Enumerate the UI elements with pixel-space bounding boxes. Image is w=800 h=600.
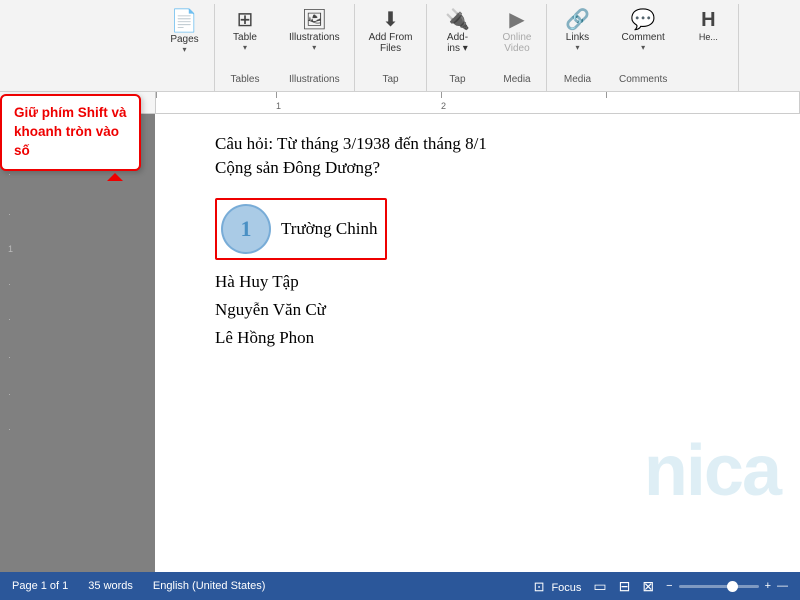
- focus-icon: ⊡: [534, 579, 545, 594]
- ribbon-group-header-footer: H He...: [679, 4, 739, 91]
- answer-circle-1: 1: [221, 204, 271, 254]
- media-group-label: Media: [503, 74, 530, 89]
- view-multi-icon[interactable]: ⊟: [619, 578, 631, 595]
- header-footer-button[interactable]: H He...: [693, 6, 724, 89]
- doc-subquestion: Cộng sản Đông Dương?: [215, 158, 770, 178]
- dot-5: ·: [8, 279, 11, 289]
- white-page: nica Câu hỏi: Từ tháng 3/1938 đến tháng …: [155, 114, 800, 572]
- table-button[interactable]: ⊞ Table ▾: [227, 6, 263, 74]
- pages-icon: 📄: [171, 10, 198, 32]
- add-from-files-button[interactable]: ⬇ Add FromFiles: [363, 6, 419, 74]
- zoom-plus[interactable]: +: [765, 580, 771, 592]
- add-ins-group-label: Tap: [449, 74, 465, 89]
- links-button[interactable]: 🔗 Links ▾: [559, 6, 596, 74]
- focus-label[interactable]: ⊡ Focus: [534, 578, 582, 595]
- ribbon-group-illustrations: 🖼 Illustrations ▾ Illustrations: [275, 4, 355, 91]
- answer-text-1: Trường Chinh: [281, 219, 377, 239]
- ribbon-group-add-from-files: ⬇ Add FromFiles Tap: [355, 4, 428, 91]
- ribbon-group-table: ⊞ Table ▾ Tables: [215, 4, 275, 91]
- answer-item-4: Lê Hồng Phon: [215, 324, 770, 352]
- answer-item-2: Hà Huy Tập: [215, 268, 770, 296]
- comment-icon: 💬: [631, 10, 656, 30]
- zoom-minus[interactable]: −: [666, 580, 672, 592]
- links-icon: 🔗: [565, 10, 590, 30]
- dot-9: ·: [8, 424, 11, 434]
- table-label: Table: [233, 32, 257, 43]
- dot-8: ·: [8, 389, 11, 399]
- ruler-tick-2: 2: [441, 92, 446, 113]
- ribbon-group-online-video: ▶ OnlineVideo Media: [487, 4, 547, 91]
- answer-item-3: Nguyễn Văn Cừ: [215, 296, 770, 324]
- status-right: ⊡ Focus ▭ ⊟ ⊠ − + —: [534, 578, 788, 595]
- pages-button[interactable]: 📄 Pages ▾: [164, 6, 204, 89]
- dot-6: ·: [8, 314, 11, 324]
- illustrations-group-label: Illustrations: [289, 74, 340, 89]
- ribbon-group-comment: 💬 Comment ▾ Comments: [607, 4, 678, 91]
- add-from-files-icon: ⬇: [382, 10, 399, 30]
- illustrations-icon: 🖼: [302, 10, 327, 30]
- ruler-tick-1: 1: [276, 92, 281, 113]
- links-label: Links: [566, 32, 589, 43]
- ribbon-group-pages: 📄 Pages ▾: [155, 4, 215, 91]
- comment-button[interactable]: 💬 Comment ▾: [615, 6, 670, 74]
- illustrations-button[interactable]: 🖼 Illustrations ▾: [283, 6, 346, 74]
- watermark: nica: [644, 430, 780, 512]
- page-area: · · · 1 · · · · · nica Câu hỏi: Từ tháng…: [0, 114, 800, 572]
- online-video-label: OnlineVideo: [503, 32, 532, 54]
- ruler-inner: 1 2: [155, 92, 800, 113]
- dot-7: ·: [8, 352, 11, 362]
- add-from-files-group-label: Tap: [382, 74, 398, 89]
- table-icon: ⊞: [237, 10, 254, 30]
- comment-label: Comment: [621, 32, 664, 43]
- ribbon-group-add-ins: 🔌 Add-ins ▾ Tap: [427, 4, 487, 91]
- links-group-label: Media: [564, 74, 591, 89]
- answer-list: 1 Trường Chinh Hà Huy Tập Nguyễn Văn Cừ …: [215, 194, 770, 352]
- header-footer-label: He...: [699, 32, 718, 42]
- callout-text: Giữ phím Shift vàkhoanh tròn vàosố: [14, 105, 127, 158]
- add-ins-label: Add-ins ▾: [447, 32, 468, 54]
- online-video-button[interactable]: ▶ OnlineVideo: [497, 6, 538, 74]
- zoom-control[interactable]: − + —: [666, 580, 788, 592]
- zoom-level: —: [777, 580, 788, 592]
- language: English (United States): [153, 580, 266, 592]
- callout-tooltip: Giữ phím Shift vàkhoanh tròn vàosố: [0, 94, 141, 171]
- answer-text-4: Lê Hồng Phon: [215, 328, 314, 348]
- add-ins-icon: 🔌: [445, 10, 470, 30]
- zoom-track[interactable]: [679, 585, 759, 588]
- tables-group-label: Tables: [231, 74, 260, 89]
- dot-4: 1: [8, 244, 13, 254]
- status-bar: Page 1 of 1 35 words English (United Sta…: [0, 572, 800, 600]
- zoom-thumb[interactable]: [727, 581, 738, 592]
- view-reading-icon[interactable]: ⊠: [642, 578, 654, 595]
- illustrations-label: Illustrations: [289, 32, 340, 43]
- focus-text: Focus: [551, 582, 581, 594]
- pages-label: Pages: [170, 34, 198, 45]
- online-video-icon: ▶: [509, 10, 524, 30]
- answer-text-2: Hà Huy Tập: [215, 272, 299, 292]
- dot-3: ·: [8, 209, 11, 219]
- page-info: Page 1 of 1: [12, 580, 68, 592]
- view-single-icon[interactable]: ▭: [593, 578, 606, 595]
- comments-group-label: Comments: [619, 74, 667, 89]
- add-from-files-label: Add FromFiles: [369, 32, 413, 54]
- left-margin: · · · 1 · · · · ·: [0, 114, 155, 572]
- add-ins-button[interactable]: 🔌 Add-ins ▾: [439, 6, 476, 74]
- ribbon-group-links: 🔗 Links ▾ Media: [547, 4, 607, 91]
- answer-item-1: 1 Trường Chinh: [215, 194, 770, 264]
- header-footer-icon: H: [701, 10, 715, 30]
- doc-question: Câu hỏi: Từ tháng 3/1938 đến tháng 8/1: [215, 134, 770, 154]
- word-count: 35 words: [88, 580, 133, 592]
- answer-text-3: Nguyễn Văn Cừ: [215, 300, 326, 320]
- ribbon: 📄 Pages ▾ ⊞ Table ▾ Tables 🖼 Illustratio…: [0, 0, 800, 92]
- answer-number-1: 1: [241, 216, 252, 242]
